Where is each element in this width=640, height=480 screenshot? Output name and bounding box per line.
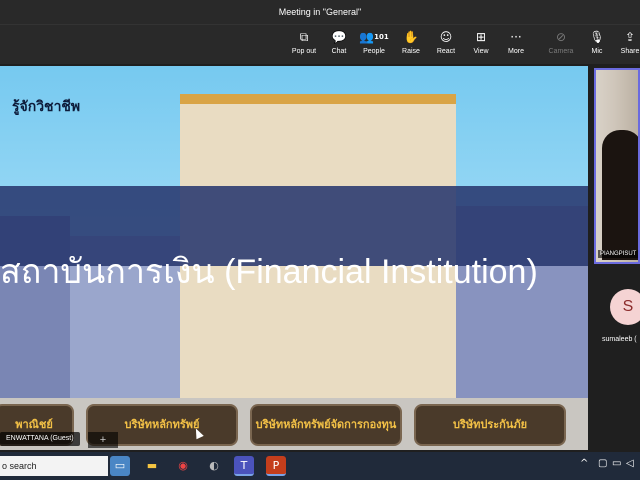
react-button[interactable]: ☺ React [428, 29, 464, 61]
camera-off-icon: ⊘ [555, 30, 567, 44]
windows-taskbar: o search ▭ ▬ ◉ ◐ T P ^ ▢ ▭ ◁ [0, 452, 640, 480]
share-icon: ⇪ [624, 30, 636, 44]
participant-video-tile[interactable]: PIANGPISUT [594, 68, 640, 264]
add-button[interactable]: + [88, 432, 118, 448]
chevron-up-icon[interactable]: ^ [580, 458, 588, 469]
file-explorer-icon[interactable]: ▬ [142, 456, 162, 476]
speaker-icon[interactable]: ◁ [626, 458, 634, 469]
guest-name-label: ENWATTANA (Guest) [0, 432, 80, 446]
shared-content-area: รู้จักวิชาชีพ สถาบันการเงิน (Financial I… [0, 64, 590, 452]
teams-icon[interactable]: T [234, 456, 254, 476]
window-title: Meeting in "General" [278, 7, 362, 17]
camera-button[interactable]: ⊘ Camera [543, 29, 579, 61]
people-icon: 👥101 [359, 30, 389, 44]
participants-panel: PIANGPISUT S sumaleeb ( [590, 64, 640, 452]
avatar-name: sumaleeb ( [602, 336, 637, 343]
slide-button-asset-management[interactable]: บริษัทหลักทรัพย์จัดการกองทุน [250, 404, 402, 446]
hand-icon: ✋ [403, 30, 419, 44]
view-button[interactable]: ⊞ View [463, 29, 499, 61]
chat-button[interactable]: 💬 Chat [321, 29, 357, 61]
chat-tray-icon[interactable]: ▢ [598, 458, 607, 469]
slide-heading: รู้จักวิชาชีพ [12, 98, 81, 114]
taskbar-search[interactable]: o search [0, 456, 108, 476]
raise-hand-button[interactable]: ✋ Raise [393, 29, 429, 61]
mic-off-icon: 🎙 [589, 30, 605, 44]
meeting-toolbar: ⧉ Pop out 💬 Chat 👥101 People ✋ Raise ☺ R… [0, 24, 640, 64]
popout-icon: ⧉ [299, 30, 309, 44]
powerpoint-icon[interactable]: P [266, 456, 286, 476]
participant-figure [602, 130, 638, 260]
slide-button-insurance[interactable]: บริษัทประกันภัย [414, 404, 566, 446]
chat-icon: 💬 [331, 30, 347, 44]
share-button[interactable]: ⇪ Share [612, 29, 640, 61]
tablet-icon[interactable]: ▭ [110, 456, 130, 476]
more-button[interactable]: ··· More [498, 29, 534, 61]
window-title-bar: Meeting in "General" [0, 0, 640, 24]
grid-icon: ⊞ [475, 30, 487, 44]
chrome-icon[interactable]: ◉ [173, 456, 193, 476]
participant-name: PIANGPISUT [598, 250, 638, 258]
slide-title: สถาบันการเงิน (Financial Institution) [0, 253, 538, 291]
ellipsis-icon: ··· [510, 30, 522, 44]
mic-button[interactable]: 🎙 Mic [579, 29, 615, 61]
people-count: 101 [374, 33, 389, 41]
app-icon[interactable]: ◐ [204, 456, 224, 476]
monitor-icon[interactable]: ▭ [612, 458, 621, 469]
avatar[interactable]: S [610, 289, 640, 325]
smile-icon: ☺ [439, 30, 453, 44]
popout-button[interactable]: ⧉ Pop out [286, 29, 322, 61]
people-button[interactable]: 👥101 People [356, 29, 392, 61]
